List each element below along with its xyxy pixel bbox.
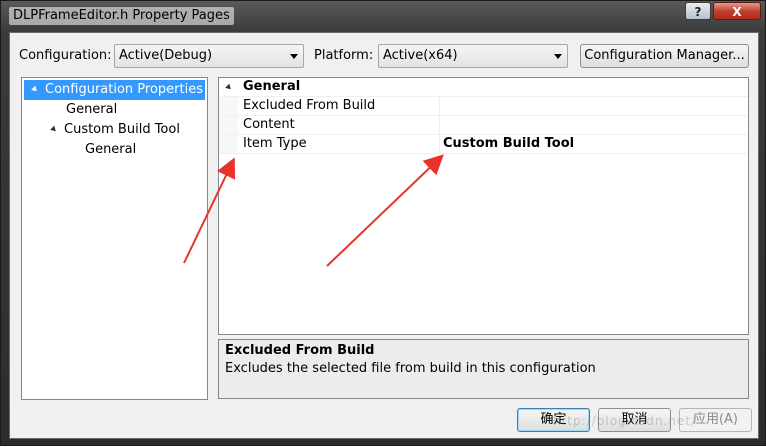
grid-column-divider — [439, 135, 440, 154]
grid-row-excluded-from-build[interactable]: Excluded From Build — [219, 97, 748, 116]
platform-dropdown[interactable]: Active(x64) — [378, 44, 568, 68]
close-button[interactable]: X — [713, 2, 761, 20]
watermark: http://blog.csdn.net/ — [553, 414, 697, 428]
grid-column-divider — [439, 97, 440, 116]
configuration-value: Active(Debug) — [119, 48, 213, 63]
window-title: DLPFrameEditor.h Property Pages — [9, 7, 234, 25]
platform-value: Active(x64) — [383, 48, 458, 63]
tree-item-label: General — [66, 102, 118, 117]
grid-section-header[interactable]: General — [219, 78, 748, 97]
tree-item-label: General — [85, 142, 137, 157]
property-pages-window: DLPFrameEditor.h Property Pages ? X Conf… — [0, 0, 766, 446]
grid-row-item-type[interactable]: Item Type Custom Build Tool — [219, 135, 748, 154]
configuration-manager-button[interactable]: Configuration Manager... — [580, 44, 749, 68]
dialog-client-area: Configuration: Active(Debug) Platform: A… — [9, 32, 759, 439]
grid-section-title: General — [243, 79, 301, 94]
property-grid[interactable]: General Excluded From Build Content Item… — [218, 77, 749, 335]
help-button[interactable]: ? — [685, 2, 711, 20]
grid-row-name: Excluded From Build — [243, 98, 376, 113]
tree-item-general[interactable]: General — [66, 100, 117, 120]
description-title: Excluded From Build — [225, 343, 375, 358]
grid-row-value[interactable]: Custom Build Tool — [443, 136, 574, 151]
tree-item-configuration-properties[interactable]: Configuration Properties — [24, 80, 205, 100]
description-panel: Excluded From Build Excludes the selecte… — [218, 339, 749, 399]
chevron-down-icon — [554, 54, 562, 59]
grid-column-divider — [439, 116, 440, 135]
description-text: Excludes the selected file from build in… — [225, 361, 596, 376]
configuration-label: Configuration: — [19, 48, 112, 63]
chevron-down-icon — [290, 54, 298, 59]
title-bar[interactable]: DLPFrameEditor.h Property Pages ? X — [1, 1, 766, 32]
tree-item-custom-build-general[interactable]: General — [85, 140, 136, 160]
expand-triangle-icon[interactable] — [31, 85, 39, 94]
grid-row-name: Content — [243, 117, 295, 132]
tree-item-label: Configuration Properties — [45, 82, 203, 97]
tree-item-label: Custom Build Tool — [64, 122, 180, 137]
property-tree[interactable]: Configuration Properties General Custom … — [21, 77, 208, 400]
tree-item-custom-build-tool[interactable]: Custom Build Tool — [50, 120, 180, 140]
grid-row-content[interactable]: Content — [219, 116, 748, 135]
platform-label: Platform: — [314, 48, 374, 63]
grid-row-name: Item Type — [243, 136, 307, 151]
expand-triangle-icon[interactable] — [50, 125, 58, 134]
configuration-dropdown[interactable]: Active(Debug) — [114, 44, 304, 68]
collapse-triangle-icon[interactable] — [225, 83, 233, 92]
